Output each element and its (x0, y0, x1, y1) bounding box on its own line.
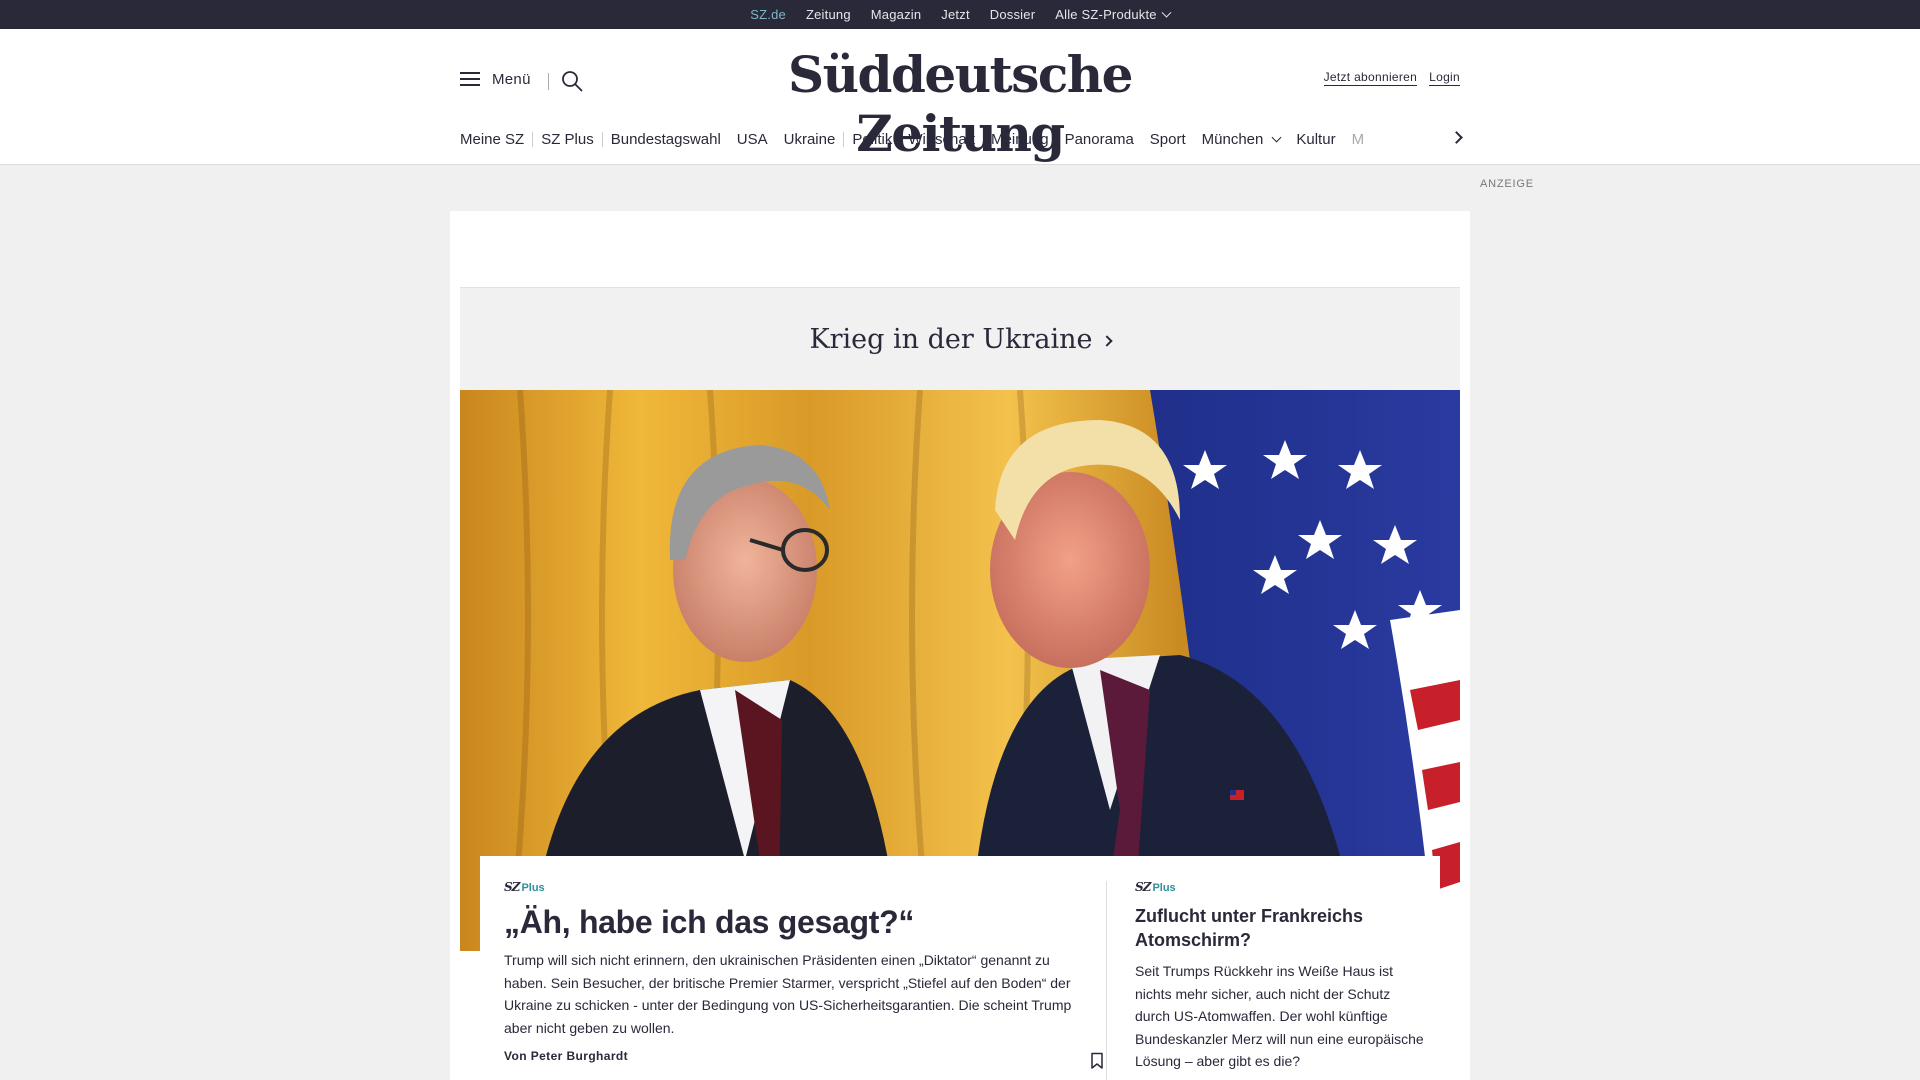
nav-item-kultur[interactable]: Kultur (1288, 131, 1343, 148)
menu-button[interactable]: Menü (460, 71, 531, 88)
menu-divider (548, 73, 549, 90)
nav-item-meine-sz[interactable]: Meine SZ (460, 131, 532, 148)
content-area: Krieg in der Ukraine SZ Plus „Äh, habe i… (450, 211, 1470, 1080)
nav-item-muenchen[interactable]: München (1194, 131, 1289, 148)
hamburger-icon (460, 72, 480, 87)
sz-plus-badge: SZ Plus (1135, 880, 1440, 894)
chevron-down-icon (1161, 7, 1172, 18)
main-nav: Meine SZ SZ Plus Bundestagswahl USA Ukra… (460, 128, 1463, 150)
topbar-link-zeitung[interactable]: Zeitung (796, 0, 861, 29)
topbar-link-magazin[interactable]: Magazin (861, 0, 932, 29)
topbar-link-all-products[interactable]: Alle SZ-Produkte (1045, 0, 1179, 29)
chevron-right-icon (1100, 335, 1113, 347)
bookmark-icon[interactable] (1090, 1052, 1104, 1070)
side-headline[interactable]: Zuflucht unter Frankreichs Atomschirm? (1135, 904, 1440, 952)
section-title: Krieg in der Ukraine (809, 324, 1093, 355)
top-bar: SZ.de Zeitung Magazin Jetzt Dossier Alle… (0, 0, 1920, 29)
subscribe-link[interactable]: Jetzt abonnieren (1323, 70, 1418, 86)
nav-item-wirtschaft[interactable]: Wirtschaft (900, 131, 983, 148)
nav-item-politik[interactable]: Politik (844, 131, 900, 148)
nav-item-sport[interactable]: Sport (1142, 131, 1194, 148)
search-icon[interactable] (561, 70, 583, 92)
chevron-down-icon (1271, 132, 1282, 142)
login-link[interactable]: Login (1429, 70, 1460, 86)
nav-item-usa[interactable]: USA (729, 131, 776, 148)
teaser-main[interactable]: SZ Plus „Äh, habe ich das gesagt?“ Trump… (480, 856, 1108, 1080)
teaser-side[interactable]: SZ Plus Zuflucht unter Frankreichs Atoms… (1108, 856, 1440, 1080)
nav-item-ukraine[interactable]: Ukraine (776, 131, 844, 148)
main-teaser-text: Trump will sich nicht erinnern, den ukra… (504, 952, 1072, 1036)
sz-plus-badge-sz: SZ (1135, 880, 1151, 894)
sz-plus-badge: SZ Plus (504, 880, 1084, 894)
section-header: Krieg in der Ukraine (460, 287, 1460, 390)
nav-item-meinung[interactable]: Meinung (983, 131, 1057, 148)
topbar-link-jetzt[interactable]: Jetzt (931, 0, 979, 29)
section-title-link[interactable]: Krieg in der Ukraine (460, 324, 1460, 355)
site-header: Menü Süddeutsche Zeitung Jetzt abonniere… (0, 29, 1920, 165)
author-byline: Von Peter Burghardt (504, 1049, 629, 1063)
sz-plus-badge-plus: Plus (1152, 882, 1176, 894)
topbar-link-dossier[interactable]: Dossier (980, 0, 1045, 29)
side-teaser-text: Seit Trumps Rückkehr ins Weiße Haus ist … (1135, 963, 1424, 1069)
main-headline[interactable]: „Äh, habe ich das gesagt?“ (504, 904, 1084, 941)
menu-label: Menü (492, 71, 531, 88)
nav-item-bundestagswahl[interactable]: Bundestagswahl (603, 131, 729, 148)
sz-plus-badge-plus: Plus (521, 882, 545, 894)
topbar-all-products-label: Alle SZ-Produkte (1055, 7, 1157, 22)
nav-item-sz-plus[interactable]: SZ Plus (533, 131, 602, 148)
sz-plus-badge-sz: SZ (504, 880, 520, 894)
nav-item-more[interactable]: M (1344, 131, 1373, 148)
nav-item-panorama[interactable]: Panorama (1057, 131, 1142, 148)
teaser-divider (1106, 881, 1107, 1080)
topbar-link-szde[interactable]: SZ.de (740, 0, 796, 29)
nav-item-muenchen-label: München (1201, 130, 1264, 148)
ad-label: ANZEIGE (1480, 178, 1534, 190)
